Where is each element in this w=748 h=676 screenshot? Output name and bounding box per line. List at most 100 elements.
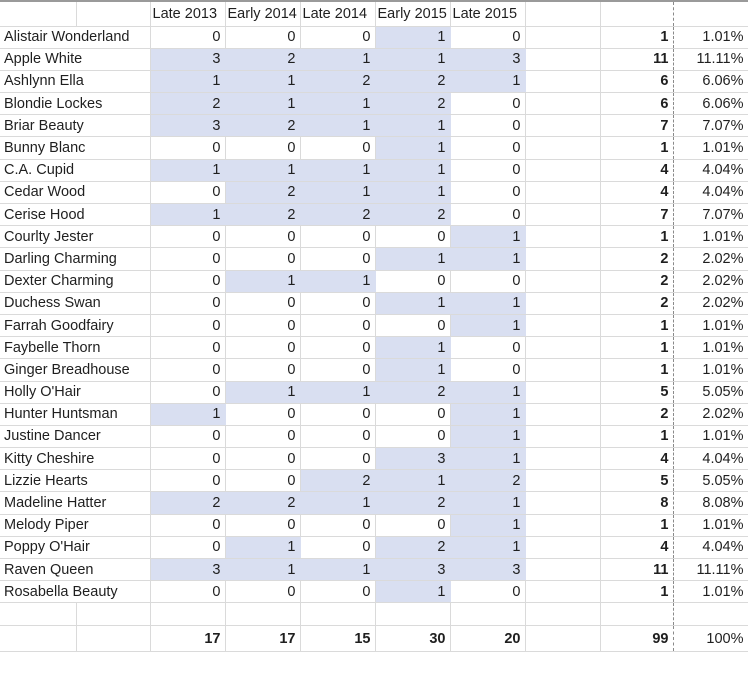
period-value-cell[interactable]: 0 bbox=[450, 136, 526, 160]
empty-cell[interactable] bbox=[525, 159, 601, 182]
period-value-cell[interactable]: 1 bbox=[375, 159, 451, 182]
row-percent-cell[interactable]: 1.01% bbox=[673, 514, 748, 537]
period-value-cell[interactable]: 0 bbox=[300, 425, 376, 449]
header-early-2015[interactable]: Early 2015 bbox=[375, 2, 451, 27]
empty-cell[interactable] bbox=[525, 580, 601, 604]
period-total-cell[interactable]: 30 bbox=[375, 625, 451, 653]
period-value-cell[interactable]: 0 bbox=[300, 536, 376, 560]
period-value-cell[interactable]: 0 bbox=[225, 358, 301, 382]
character-name-cell[interactable]: Apple White bbox=[0, 48, 151, 71]
empty-cell[interactable] bbox=[525, 469, 601, 493]
character-name-cell[interactable]: Courlty Jester bbox=[0, 225, 151, 249]
empty-cell[interactable] bbox=[600, 602, 674, 627]
period-value-cell[interactable]: 1 bbox=[375, 580, 451, 604]
character-name-cell[interactable]: Ginger Breadhouse bbox=[0, 358, 151, 382]
period-value-cell[interactable]: 0 bbox=[150, 181, 226, 205]
row-total-cell[interactable]: 1 bbox=[600, 136, 674, 160]
period-value-cell[interactable]: 1 bbox=[300, 159, 376, 182]
period-value-cell[interactable]: 1 bbox=[375, 336, 451, 360]
period-value-cell[interactable]: 0 bbox=[150, 247, 226, 271]
period-value-cell[interactable]: 0 bbox=[375, 270, 451, 293]
row-percent-cell[interactable]: 5.05% bbox=[673, 469, 748, 493]
period-value-cell[interactable]: 1 bbox=[450, 447, 526, 471]
period-value-cell[interactable]: 0 bbox=[150, 580, 226, 604]
period-value-cell[interactable]: 1 bbox=[450, 225, 526, 249]
period-value-cell[interactable]: 3 bbox=[150, 558, 226, 582]
empty-cell[interactable] bbox=[525, 270, 601, 293]
row-percent-cell[interactable]: 1.01% bbox=[673, 314, 748, 338]
row-total-cell[interactable]: 1 bbox=[600, 514, 674, 537]
period-value-cell[interactable]: 2 bbox=[375, 491, 451, 515]
period-value-cell[interactable]: 2 bbox=[225, 203, 301, 227]
period-total-cell[interactable]: 20 bbox=[450, 625, 526, 653]
row-percent-cell[interactable]: 7.07% bbox=[673, 203, 748, 227]
period-value-cell[interactable]: 1 bbox=[450, 514, 526, 537]
empty-cell[interactable] bbox=[525, 358, 601, 382]
character-name-cell[interactable]: Duchess Swan bbox=[0, 292, 151, 315]
row-total-cell[interactable]: 6 bbox=[600, 70, 674, 94]
period-value-cell[interactable]: 1 bbox=[300, 114, 376, 138]
period-value-cell[interactable]: 1 bbox=[225, 381, 301, 404]
period-value-cell[interactable]: 2 bbox=[375, 536, 451, 560]
empty-cell[interactable] bbox=[525, 114, 601, 138]
period-value-cell[interactable]: 3 bbox=[375, 447, 451, 471]
period-value-cell[interactable]: 1 bbox=[375, 114, 451, 138]
row-percent-cell[interactable]: 7.07% bbox=[673, 114, 748, 138]
row-total-cell[interactable]: 7 bbox=[600, 114, 674, 138]
character-name-cell[interactable]: Poppy O'Hair bbox=[0, 536, 151, 560]
period-value-cell[interactable]: 0 bbox=[300, 292, 376, 315]
period-value-cell[interactable]: 0 bbox=[300, 403, 376, 426]
period-value-cell[interactable]: 0 bbox=[150, 26, 226, 49]
period-value-cell[interactable]: 1 bbox=[450, 314, 526, 338]
period-value-cell[interactable]: 2 bbox=[450, 469, 526, 493]
period-value-cell[interactable]: 0 bbox=[450, 92, 526, 116]
period-value-cell[interactable]: 0 bbox=[150, 536, 226, 560]
empty-cell[interactable] bbox=[525, 558, 601, 582]
period-value-cell[interactable]: 1 bbox=[300, 491, 376, 515]
empty-cell[interactable] bbox=[76, 602, 151, 627]
period-value-cell[interactable]: 0 bbox=[375, 314, 451, 338]
empty-cell[interactable] bbox=[525, 381, 601, 404]
period-value-cell[interactable]: 1 bbox=[300, 558, 376, 582]
row-percent-cell[interactable]: 1.01% bbox=[673, 425, 748, 449]
period-value-cell[interactable]: 1 bbox=[375, 358, 451, 382]
character-name-cell[interactable]: Justine Dancer bbox=[0, 425, 151, 449]
period-value-cell[interactable]: 2 bbox=[300, 70, 376, 94]
header-early-2014[interactable]: Early 2014 bbox=[225, 2, 301, 27]
header-cell-a[interactable] bbox=[0, 2, 77, 27]
empty-cell[interactable] bbox=[150, 602, 226, 627]
row-percent-cell[interactable]: 1.01% bbox=[673, 358, 748, 382]
row-percent-cell[interactable]: 2.02% bbox=[673, 292, 748, 315]
period-value-cell[interactable]: 2 bbox=[375, 70, 451, 94]
empty-cell[interactable] bbox=[450, 602, 526, 627]
period-value-cell[interactable]: 0 bbox=[300, 247, 376, 271]
period-total-cell[interactable]: 17 bbox=[225, 625, 301, 653]
period-value-cell[interactable]: 0 bbox=[300, 225, 376, 249]
row-percent-cell[interactable]: 2.02% bbox=[673, 270, 748, 293]
row-total-cell[interactable]: 2 bbox=[600, 403, 674, 426]
row-total-cell[interactable]: 4 bbox=[600, 447, 674, 471]
period-value-cell[interactable]: 0 bbox=[225, 425, 301, 449]
empty-cell[interactable] bbox=[525, 403, 601, 426]
period-total-cell[interactable]: 15 bbox=[300, 625, 376, 653]
row-percent-cell[interactable]: 4.04% bbox=[673, 447, 748, 471]
period-value-cell[interactable]: 1 bbox=[375, 247, 451, 271]
period-value-cell[interactable]: 0 bbox=[450, 159, 526, 182]
period-value-cell[interactable]: 0 bbox=[300, 358, 376, 382]
row-percent-cell[interactable]: 1.01% bbox=[673, 336, 748, 360]
header-cell-b[interactable] bbox=[76, 2, 151, 27]
period-total-cell[interactable]: 17 bbox=[150, 625, 226, 653]
period-value-cell[interactable]: 1 bbox=[150, 159, 226, 182]
row-percent-cell[interactable]: 8.08% bbox=[673, 491, 748, 515]
row-percent-cell[interactable]: 4.04% bbox=[673, 159, 748, 182]
period-value-cell[interactable]: 1 bbox=[300, 181, 376, 205]
period-value-cell[interactable]: 0 bbox=[150, 225, 226, 249]
period-value-cell[interactable]: 1 bbox=[150, 403, 226, 426]
character-name-cell[interactable]: C.A. Cupid bbox=[0, 159, 151, 182]
period-value-cell[interactable]: 2 bbox=[300, 203, 376, 227]
character-name-cell[interactable]: Kitty Cheshire bbox=[0, 447, 151, 471]
period-value-cell[interactable]: 2 bbox=[225, 491, 301, 515]
row-percent-cell[interactable]: 1.01% bbox=[673, 580, 748, 604]
period-value-cell[interactable]: 3 bbox=[150, 114, 226, 138]
character-name-cell[interactable]: Dexter Charming bbox=[0, 270, 151, 293]
